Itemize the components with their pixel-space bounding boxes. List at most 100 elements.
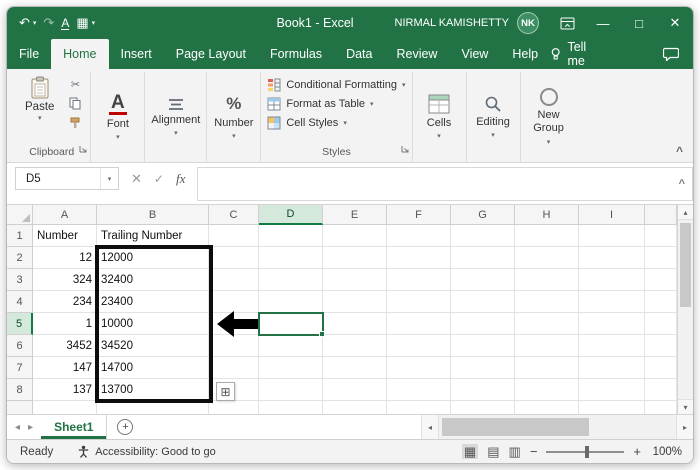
editing-group-button[interactable]: Editing ▾ [467, 72, 521, 162]
column-header-I[interactable]: I [579, 205, 645, 225]
tab-data[interactable]: Data [334, 39, 384, 69]
underline-button[interactable]: A [61, 17, 70, 30]
cell-D4[interactable] [259, 291, 323, 313]
cell-H5[interactable] [515, 313, 579, 335]
number-group-button[interactable]: % Number ▾ [207, 72, 262, 162]
scroll-up-button[interactable]: ▴ [678, 205, 693, 220]
tab-formulas[interactable]: Formulas [258, 39, 334, 69]
tab-home[interactable]: Home [51, 39, 109, 69]
collapse-formula-bar-button[interactable]: ^ [679, 178, 685, 190]
cell-H1[interactable] [515, 225, 579, 247]
row-header-2[interactable]: 2 [7, 247, 33, 269]
formula-input[interactable]: ^ [197, 167, 693, 201]
tab-review[interactable]: Review [384, 39, 449, 69]
cell-I4[interactable] [579, 291, 645, 313]
cell-E2[interactable] [323, 247, 387, 269]
maximize-button[interactable]: □ [621, 7, 657, 39]
cell-G5[interactable] [451, 313, 515, 335]
scroll-left-button[interactable]: ◂ [421, 415, 438, 439]
cell-E3[interactable] [323, 269, 387, 291]
cell-D6[interactable] [259, 335, 323, 357]
cell-G3[interactable] [451, 269, 515, 291]
zoom-in-button[interactable]: + [633, 444, 641, 459]
vertical-scroll-thumb[interactable] [680, 223, 691, 307]
cell-A8[interactable]: 137 [33, 379, 97, 401]
zoom-slider-thumb[interactable] [585, 445, 590, 458]
vertical-scrollbar[interactable]: ▴ ▾ [677, 205, 693, 414]
cell-H2[interactable] [515, 247, 579, 269]
cell-D7[interactable] [259, 357, 323, 379]
row-header-4[interactable]: 4 [7, 291, 33, 313]
tab-help[interactable]: Help [500, 39, 550, 69]
cell-I2[interactable] [579, 247, 645, 269]
tab-insert[interactable]: Insert [109, 39, 164, 69]
sheet-nav-right-button[interactable]: ▸ [28, 422, 33, 433]
row-header-8[interactable]: 8 [7, 379, 33, 401]
cell-G1[interactable] [451, 225, 515, 247]
cell-F5[interactable] [387, 313, 451, 335]
cell-H3[interactable] [515, 269, 579, 291]
styles-item-conditional-formatting[interactable]: Conditional Formatting ▾ [267, 76, 406, 93]
format-painter-button[interactable] [66, 115, 84, 130]
zoom-out-button[interactable]: − [530, 444, 538, 459]
copy-button[interactable] [66, 96, 84, 111]
cell-F1[interactable] [387, 225, 451, 247]
cell-I6[interactable] [579, 335, 645, 357]
styles-item-format-as-table[interactable]: Format as Table ▾ [267, 95, 405, 112]
name-box-caret-icon[interactable]: ▾ [100, 168, 118, 189]
cell-H7[interactable] [515, 357, 579, 379]
row-header-7[interactable]: 7 [7, 357, 33, 379]
cell-F2[interactable] [387, 247, 451, 269]
cell-A4[interactable]: 234 [33, 291, 97, 313]
cell-B1[interactable]: Trailing Number [97, 225, 209, 247]
select-all-corner[interactable] [7, 205, 33, 225]
column-header-B[interactable]: B [97, 205, 209, 225]
cell-H6[interactable] [515, 335, 579, 357]
cell-E7[interactable] [323, 357, 387, 379]
sheet-tab-sheet1[interactable]: Sheet1 [41, 415, 108, 439]
column-header-H[interactable]: H [515, 205, 579, 225]
cell-F4[interactable] [387, 291, 451, 313]
cell-D8[interactable] [259, 379, 323, 401]
cell-I3[interactable] [579, 269, 645, 291]
enter-entry-button[interactable]: ✓ [154, 172, 164, 186]
tab-file[interactable]: File [7, 39, 51, 69]
cell-A3[interactable]: 324 [33, 269, 97, 291]
insert-function-button[interactable]: fx [176, 171, 185, 187]
cell-A1[interactable]: Number [33, 225, 97, 247]
cell-C1[interactable] [209, 225, 259, 247]
new-group-button[interactable]: New Group ▾ [521, 72, 577, 162]
scroll-right-button[interactable]: ▸ [676, 415, 693, 439]
cell-F8[interactable] [387, 379, 451, 401]
cell-I8[interactable] [579, 379, 645, 401]
cell-C2[interactable] [209, 247, 259, 269]
cell-D3[interactable] [259, 269, 323, 291]
redo-button[interactable]: ↷ [43, 15, 54, 31]
alignment-group-button[interactable]: Alignment ▾ [145, 72, 208, 162]
cell-E8[interactable] [323, 379, 387, 401]
styles-item-cell-styles[interactable]: Cell Styles ▾ [267, 114, 405, 131]
cell-A6[interactable]: 3452 [33, 335, 97, 357]
minimize-button[interactable]: — [585, 7, 621, 39]
undo-button[interactable]: ↶ [19, 15, 30, 31]
cell-G4[interactable] [451, 291, 515, 313]
cell-C7[interactable] [209, 357, 259, 379]
auto-fill-options-button[interactable]: ⊞ [216, 382, 235, 401]
cell-F6[interactable] [387, 335, 451, 357]
cell-F3[interactable] [387, 269, 451, 291]
cell-E4[interactable] [323, 291, 387, 313]
cell-I7[interactable] [579, 357, 645, 379]
column-header-C[interactable]: C [209, 205, 259, 225]
zoom-slider[interactable] [546, 445, 625, 458]
cell-A5[interactable]: 1 [33, 313, 97, 335]
cell-C6[interactable] [209, 335, 259, 357]
cell-F7[interactable] [387, 357, 451, 379]
row-header-1[interactable]: 1 [7, 225, 33, 247]
horizontal-scrollbar[interactable]: ◂ ▸ [421, 415, 693, 439]
new-sheet-button[interactable]: + [117, 419, 134, 435]
cell-A7[interactable]: 147 [33, 357, 97, 379]
name-box[interactable]: D5 ▾ [15, 167, 119, 190]
cell-G8[interactable] [451, 379, 515, 401]
collapse-ribbon-button[interactable]: ^ [676, 144, 683, 158]
cell-H4[interactable] [515, 291, 579, 313]
